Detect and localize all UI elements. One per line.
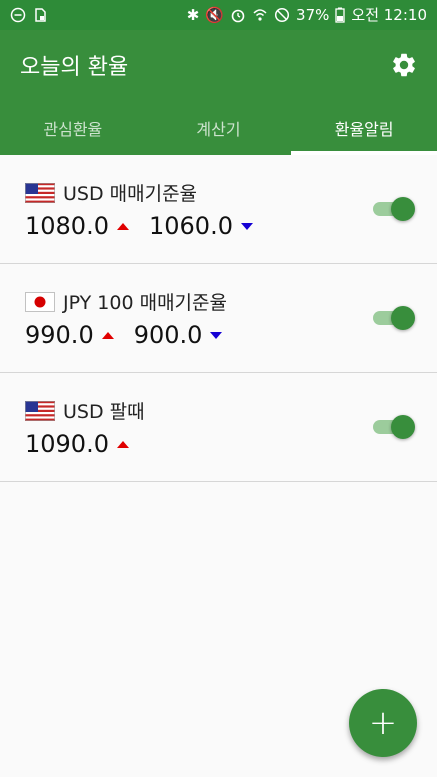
plus-icon: + <box>368 703 398 743</box>
upper-threshold: 990.0 <box>25 321 94 349</box>
toggle-thumb <box>391 415 415 439</box>
us-flag-icon <box>25 400 55 421</box>
do-not-disturb-icon <box>10 7 26 23</box>
alert-title: JPY 100 매매기준율 <box>25 288 227 315</box>
lower-threshold: 900.0 <box>133 321 203 349</box>
gear-icon <box>393 53 415 77</box>
up-arrow-icon <box>116 440 129 448</box>
alert-thresholds: 990.0 900.0 <box>25 321 242 349</box>
status-bar: ✱ 🔇 37% 오전 12:10 <box>0 0 437 30</box>
alert-thresholds: 1090.0 <box>25 430 149 458</box>
jp-flag-icon <box>25 291 55 312</box>
blocked-icon <box>274 7 290 23</box>
add-alert-button[interactable]: + <box>349 689 417 757</box>
mute-icon: 🔇 <box>205 5 225 24</box>
alert-toggle[interactable] <box>373 306 415 330</box>
alert-toggle[interactable] <box>373 415 415 439</box>
status-right: ✱ 🔇 37% 오전 12:10 <box>187 7 427 23</box>
sd-card-icon <box>35 8 46 22</box>
clock: 오전 12:10 <box>351 5 427 24</box>
alert-title: USD 매매기준율 <box>25 179 197 206</box>
alert-list: USD 매매기준율 1080.0 1060.0 JPY 100 매매기준율 99… <box>0 155 437 482</box>
app-screen: ✱ 🔇 37% 오전 12:10 오늘의 환율 관심환율 계산기 환율알림 US… <box>0 0 437 777</box>
battery-percent: 37% <box>296 5 330 24</box>
app-title: 오늘의 환율 <box>20 55 129 80</box>
down-arrow-icon <box>240 222 253 230</box>
app-bar: 오늘의 환율 <box>0 30 437 100</box>
list-item[interactable]: USD 매매기준율 1080.0 1060.0 <box>0 155 437 264</box>
bluetooth-icon: ✱ <box>186 5 200 24</box>
alert-label: USD 매매기준율 <box>63 183 198 205</box>
toggle-thumb <box>391 306 415 330</box>
tab-bar: 관심환율 계산기 환율알림 <box>0 100 437 155</box>
lower-threshold: 1060.0 <box>148 212 233 240</box>
us-flag-icon <box>25 182 55 203</box>
battery-icon <box>335 7 346 23</box>
alert-title: USD 팔때 <box>25 397 145 424</box>
down-arrow-icon <box>210 331 223 339</box>
alert-toggle[interactable] <box>373 197 415 221</box>
alert-thresholds: 1080.0 1060.0 <box>25 212 273 240</box>
up-arrow-icon <box>116 222 129 230</box>
tab-rate-alerts[interactable]: 환율알림 <box>291 100 437 155</box>
upper-threshold: 1080.0 <box>25 212 109 240</box>
wifi-icon <box>253 9 267 21</box>
upper-threshold: 1090.0 <box>25 430 109 458</box>
toggle-thumb <box>391 197 415 221</box>
tab-watchlist[interactable]: 관심환율 <box>0 100 146 155</box>
alert-label: USD 팔때 <box>63 401 145 423</box>
list-item[interactable]: USD 팔때 1090.0 <box>0 373 437 482</box>
settings-button[interactable] <box>387 48 421 82</box>
alarm-icon <box>231 9 245 23</box>
up-arrow-icon <box>101 331 114 339</box>
list-item[interactable]: JPY 100 매매기준율 990.0 900.0 <box>0 264 437 373</box>
tab-calculator[interactable]: 계산기 <box>146 100 292 155</box>
status-left <box>10 7 48 23</box>
alert-label: JPY 100 매매기준율 <box>63 292 227 314</box>
